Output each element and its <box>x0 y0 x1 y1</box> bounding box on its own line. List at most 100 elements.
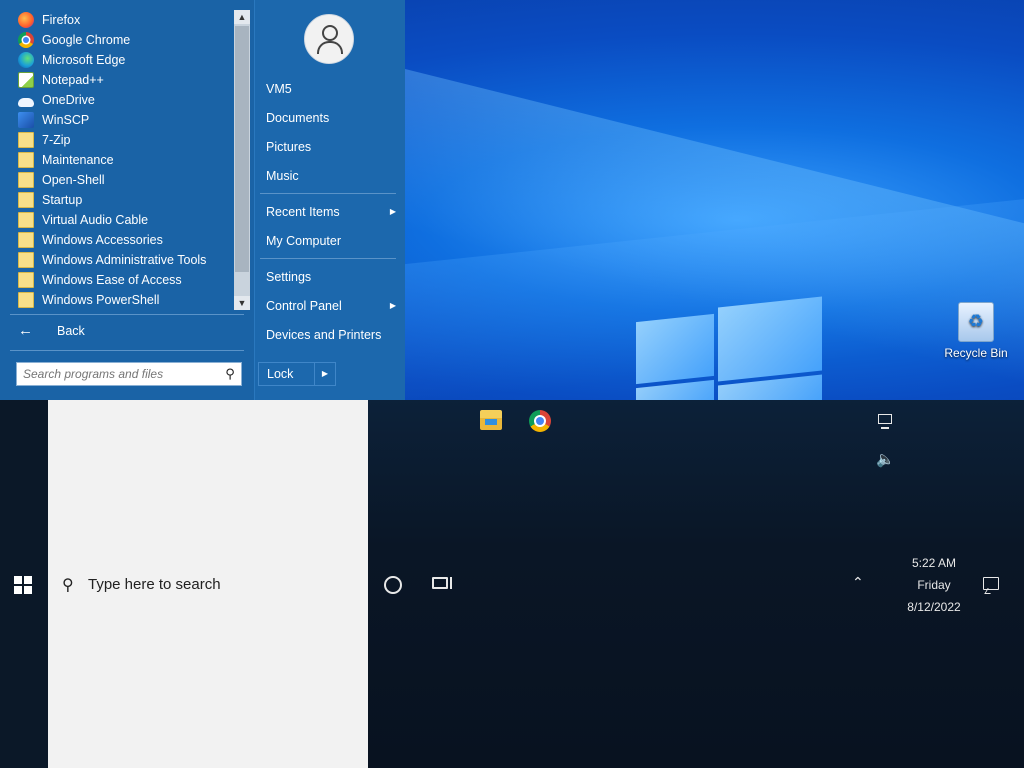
task-view-icon[interactable] <box>432 577 452 589</box>
menu-item-recent-items[interactable]: Recent Items ▶ <box>266 202 396 222</box>
recycle-bin-desktop-icon[interactable]: ♻ Recycle Bin <box>940 302 1012 360</box>
menu-item-music[interactable]: Music <box>266 166 396 186</box>
program-folder-windows-admin-tools[interactable]: Windows Administrative Tools <box>14 250 232 270</box>
menu-item-settings[interactable]: Settings <box>266 267 396 287</box>
divider <box>10 314 244 315</box>
back-arrow-icon: ← <box>18 322 33 339</box>
program-label: Windows Ease of Access <box>42 273 182 287</box>
program-label: Google Chrome <box>42 33 131 47</box>
menu-item-pictures[interactable]: Pictures <box>266 137 396 157</box>
action-center-icon[interactable] <box>983 577 999 590</box>
onedrive-icon <box>18 97 34 107</box>
scrollbar-thumb[interactable] <box>235 26 249 272</box>
program-item-notepad-plus-plus[interactable]: Notepad++ <box>14 70 232 90</box>
program-item-firefox[interactable]: Firefox <box>14 10 232 30</box>
program-folder-open-shell[interactable]: Open-Shell <box>14 170 232 190</box>
windows-wallpaper-logo <box>636 290 826 400</box>
program-label: Windows Accessories <box>42 233 163 247</box>
program-label: OneDrive <box>42 93 95 107</box>
lock-options-arrow-icon[interactable]: ▶ <box>314 363 335 385</box>
firefox-icon <box>18 12 34 28</box>
program-label: Notepad++ <box>42 73 104 87</box>
program-label: Microsoft Edge <box>42 53 126 67</box>
submenu-arrow-icon: ▶ <box>389 207 396 216</box>
winscp-icon <box>18 112 34 128</box>
user-head-icon <box>322 25 338 41</box>
scroll-up-arrow-icon[interactable]: ▲ <box>234 10 250 24</box>
volume-icon[interactable]: 🔈 <box>876 450 895 468</box>
program-label: 7-Zip <box>42 133 71 147</box>
folder-icon <box>18 252 34 268</box>
back-button[interactable]: ← Back <box>18 322 85 339</box>
start-search-input[interactable] <box>17 367 219 381</box>
program-item-onedrive[interactable]: OneDrive <box>14 90 232 110</box>
program-folder-maintenance[interactable]: Maintenance <box>14 150 232 170</box>
menu-item-label: Recent Items <box>266 205 340 219</box>
taskbar-clock[interactable]: 5:22 AM Friday 8/12/2022 <box>900 552 968 618</box>
menu-item-control-panel[interactable]: Control Panel ▶ <box>266 296 396 316</box>
windows-logo-icon <box>14 576 22 584</box>
program-list: Firefox Google Chrome Microsoft Edge Not… <box>14 10 232 310</box>
menu-item-label: Documents <box>266 111 330 125</box>
menu-item-user[interactable]: VM5 <box>266 79 396 99</box>
recycle-bin-icon: ♻ <box>958 302 994 342</box>
menu-item-label: My Computer <box>266 234 342 248</box>
start-button[interactable] <box>14 576 32 594</box>
menu-item-my-computer[interactable]: My Computer <box>266 231 396 251</box>
program-folder-windows-ease-of-access[interactable]: Windows Ease of Access <box>14 270 232 290</box>
taskbar-search-placeholder[interactable]: Type here to search <box>88 576 221 593</box>
program-label: Windows Administrative Tools <box>42 253 207 267</box>
search-icon: ⚲ <box>62 577 74 594</box>
menu-item-label: VM5 <box>266 82 292 96</box>
notepad-plus-plus-icon <box>18 72 34 88</box>
user-body-icon <box>317 41 343 54</box>
program-label: Startup <box>42 193 83 207</box>
folder-icon <box>18 212 34 228</box>
folder-icon <box>18 192 34 208</box>
folder-icon <box>18 172 34 188</box>
clock-date: 8/12/2022 <box>907 600 961 614</box>
program-label: Virtual Audio Cable <box>42 213 149 227</box>
file-explorer-icon[interactable] <box>480 410 502 430</box>
cortana-icon[interactable] <box>384 576 402 594</box>
program-folder-startup[interactable]: Startup <box>14 190 232 210</box>
windows-logo-pane <box>24 576 32 584</box>
program-folder-windows-accessories[interactable]: Windows Accessories <box>14 230 232 250</box>
menu-item-label: Control Panel <box>266 299 342 313</box>
menu-item-label: Music <box>266 169 299 183</box>
folder-icon <box>18 272 34 288</box>
folder-icon <box>18 292 34 308</box>
windows-logo-pane <box>24 586 32 594</box>
back-label: Back <box>57 323 85 338</box>
lock-label: Lock <box>267 367 294 381</box>
program-folder-windows-powershell[interactable]: Windows PowerShell <box>14 290 232 310</box>
menu-item-documents[interactable]: Documents <box>266 108 396 128</box>
menu-item-devices-and-printers[interactable]: Devices and Printers <box>266 325 396 345</box>
start-search-box[interactable]: ⚲ <box>16 362 242 386</box>
program-label: WinSCP <box>42 113 90 127</box>
scroll-down-arrow-icon[interactable]: ▼ <box>234 296 250 310</box>
divider <box>260 258 396 259</box>
menu-item-label: Pictures <box>266 140 312 154</box>
program-item-google-chrome[interactable]: Google Chrome <box>14 30 232 50</box>
program-folder-7zip[interactable]: 7-Zip <box>14 130 232 150</box>
edge-icon <box>18 52 34 68</box>
chrome-icon[interactable] <box>529 410 551 432</box>
program-label: Maintenance <box>42 153 114 167</box>
lock-button[interactable]: Lock ▶ <box>258 362 336 386</box>
taskbar-search-box[interactable]: ⚲ Type here to search <box>48 400 368 768</box>
submenu-arrow-icon: ▶ <box>389 301 396 310</box>
network-icon[interactable] <box>878 414 892 429</box>
windows-logo-pane <box>14 586 22 594</box>
folder-icon <box>18 152 34 168</box>
folder-icon <box>18 232 34 248</box>
program-folder-virtual-audio-cable[interactable]: Virtual Audio Cable <box>14 210 232 230</box>
program-list-scrollbar[interactable]: ▲ ▼ <box>234 10 250 310</box>
program-item-winscp[interactable]: WinSCP <box>14 110 232 130</box>
divider <box>10 350 244 351</box>
search-icon[interactable]: ⚲ <box>219 366 241 382</box>
program-label: Firefox <box>42 13 81 27</box>
program-item-microsoft-edge[interactable]: Microsoft Edge <box>14 50 232 70</box>
show-hidden-icons-chevron-icon[interactable]: ⌃ <box>852 574 864 591</box>
user-avatar[interactable] <box>304 14 354 64</box>
